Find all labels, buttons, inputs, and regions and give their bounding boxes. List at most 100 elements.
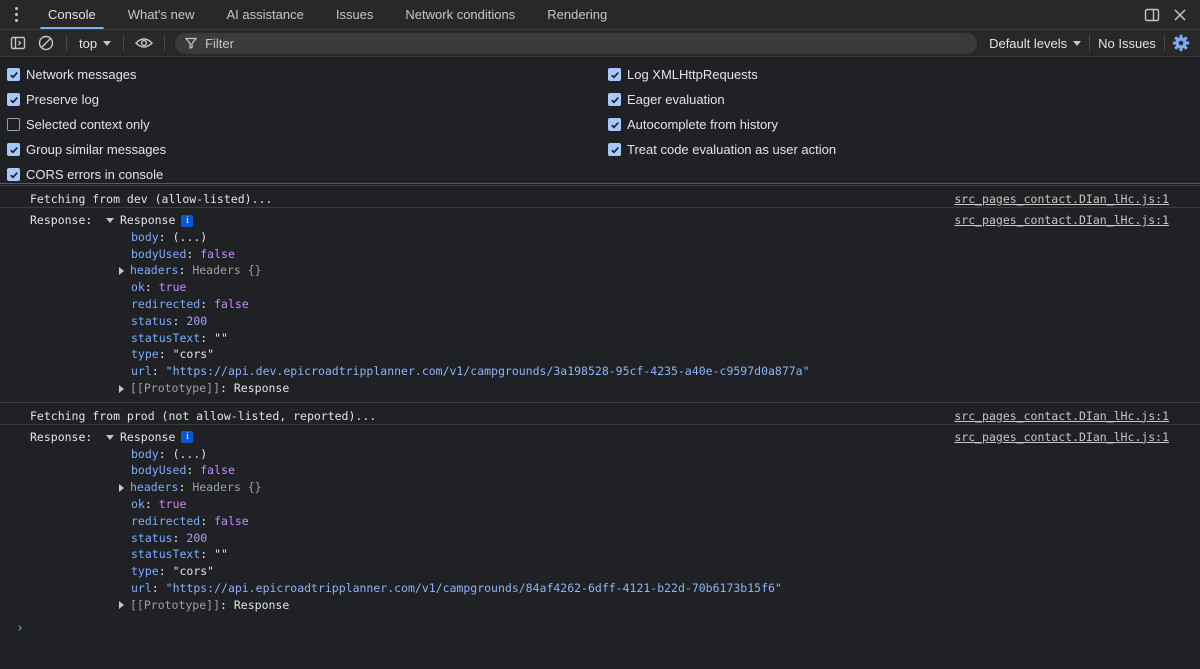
expand-triangle-icon[interactable] xyxy=(106,218,114,223)
tab-issues[interactable]: Issues xyxy=(320,0,390,29)
property-value: Response xyxy=(233,597,290,612)
context-label: top xyxy=(79,35,98,51)
checkbox[interactable] xyxy=(7,93,20,106)
expand-triangle-icon[interactable] xyxy=(119,601,124,610)
tab-network-conditions[interactable]: Network conditions xyxy=(389,0,531,29)
log-text: Fetching from prod (not allow-listed, re… xyxy=(30,408,377,423)
checkbox[interactable] xyxy=(608,143,621,156)
object-property: body: (...) xyxy=(131,446,208,461)
console-toolbar: top Default levels No Issues xyxy=(0,30,1200,57)
response-label: Response: xyxy=(30,429,93,444)
property-key: status xyxy=(131,313,173,328)
object-property: body: (...) xyxy=(131,229,208,244)
source-link[interactable]: src_pages_contact.DIan_lHc.js:1 xyxy=(954,192,1169,206)
setting-label: CORS errors in console xyxy=(26,167,164,182)
log-message-object: Response: src_pages_contact.DIan_lHc.js:1… xyxy=(0,207,1200,402)
setting-selected-context-only[interactable]: Selected context only xyxy=(7,112,166,137)
tab-rendering[interactable]: Rendering xyxy=(531,0,623,29)
checkbox[interactable] xyxy=(7,118,20,131)
property-value: true xyxy=(158,496,187,511)
property-key: type xyxy=(131,564,159,579)
property-value: "https://api.epicroadtripplanner.com/v1/… xyxy=(165,580,782,595)
setting-label: Group similar messages xyxy=(26,142,167,157)
setting-label: Network messages xyxy=(26,67,137,82)
property-key: bodyUsed xyxy=(131,246,187,261)
object-property: ok: true xyxy=(131,496,187,511)
expand-triangle-icon[interactable] xyxy=(106,434,114,440)
clear-console-icon[interactable] xyxy=(32,29,60,57)
object-expander[interactable]: Response i xyxy=(106,213,194,227)
checkbox[interactable] xyxy=(7,68,20,81)
filter-box[interactable] xyxy=(175,32,978,54)
property-key: redirected xyxy=(131,297,201,311)
object-expander[interactable]: Response i xyxy=(106,429,194,444)
property-key: body xyxy=(131,446,159,461)
source-link[interactable]: src_pages_contact.DIan_lHc.js:1 xyxy=(954,430,1169,444)
setting-treat-code-evaluation-as-user-action[interactable]: Treat code evaluation as user action xyxy=(608,137,836,162)
object-property: bodyUsed: false xyxy=(131,463,235,478)
property-key: type xyxy=(131,347,159,362)
source-link[interactable]: src_pages_contact.DIan_lHc.js:1 xyxy=(954,213,1169,227)
log-message: Fetching from prod (not allow-listed, re… xyxy=(0,401,1200,424)
property-key: ok xyxy=(131,280,145,295)
object-property: status: 200 xyxy=(131,530,208,545)
property-value: "" xyxy=(214,547,228,562)
live-expression-eye-icon[interactable] xyxy=(130,29,158,57)
object-property: headers: Headers {} xyxy=(119,480,262,494)
source-link[interactable]: src_pages_contact.DIan_lHc.js:1 xyxy=(954,409,1169,423)
object-property: redirected: false xyxy=(131,513,249,528)
property-value: (...) xyxy=(172,446,208,461)
tab-console[interactable]: Console xyxy=(32,0,112,29)
issues-counter[interactable]: No Issues xyxy=(1090,36,1164,51)
checkbox[interactable] xyxy=(7,168,20,181)
close-icon[interactable] xyxy=(1166,1,1194,29)
expand-triangle-icon[interactable] xyxy=(119,483,124,492)
toolbar-divider xyxy=(66,35,67,51)
log-message: Fetching from dev (allow-listed)... src_p… xyxy=(0,185,1200,207)
filter-icon xyxy=(185,37,198,49)
object-property: statusText: "" xyxy=(131,330,228,345)
expand-triangle-icon[interactable] xyxy=(119,384,124,393)
property-key: status xyxy=(131,530,173,545)
expand-triangle-icon[interactable] xyxy=(119,266,124,275)
setting-autocomplete-from-history[interactable]: Autocomplete from history xyxy=(608,112,836,137)
checkbox[interactable] xyxy=(608,93,621,106)
setting-label: Treat code evaluation as user action xyxy=(627,142,837,157)
context-selector[interactable]: top xyxy=(73,36,117,51)
checkbox[interactable] xyxy=(608,68,621,81)
sidebar-toggle-icon[interactable] xyxy=(4,29,32,57)
log-text: Fetching from dev (allow-listed)... xyxy=(30,192,273,206)
checkbox[interactable] xyxy=(608,118,621,131)
object-property: url: "https://api.epicroadtripplanner.co… xyxy=(131,580,782,595)
setting-network-messages[interactable]: Network messages xyxy=(7,62,166,87)
setting-preserve-log[interactable]: Preserve log xyxy=(7,87,166,112)
property-value: (...) xyxy=(172,229,208,244)
property-value: "cors" xyxy=(172,347,215,362)
checkbox[interactable] xyxy=(7,143,20,156)
property-value: true xyxy=(158,280,187,295)
info-icon[interactable]: i xyxy=(181,214,194,227)
setting-cors-errors-in-console[interactable]: CORS errors in console xyxy=(7,162,166,187)
filter-input[interactable] xyxy=(205,35,906,51)
object-property: status: 200 xyxy=(131,313,208,328)
setting-group-similar-messages[interactable]: Group similar messages xyxy=(7,137,166,162)
dock-side-icon[interactable] xyxy=(1138,1,1166,29)
info-icon[interactable]: i xyxy=(181,431,194,444)
object-property: [[Prototype]]: Response xyxy=(119,381,289,395)
tab-whats-new[interactable]: What's new xyxy=(112,0,211,29)
object-property: headers: Headers {} xyxy=(119,263,262,277)
property-value: "" xyxy=(214,330,228,345)
object-property: type: "cors" xyxy=(131,564,215,579)
setting-eager-evaluation[interactable]: Eager evaluation xyxy=(608,87,836,112)
toolbar-divider xyxy=(164,35,166,51)
console-settings-gear-icon[interactable] xyxy=(1167,29,1195,57)
object-property: type: "cors" xyxy=(131,347,215,362)
property-key: ok xyxy=(131,496,145,511)
console-prompt-icon[interactable]: › xyxy=(16,621,24,636)
setting-log-xmlhttprequests[interactable]: Log XMLHttpRequests xyxy=(608,62,836,87)
log-levels-dropdown[interactable]: Default levels xyxy=(989,36,1082,51)
tab-ai-assistance[interactable]: AI assistance xyxy=(211,0,320,29)
more-options-icon[interactable] xyxy=(0,0,32,29)
object-name: Response xyxy=(120,429,176,444)
property-value: false xyxy=(200,246,235,261)
